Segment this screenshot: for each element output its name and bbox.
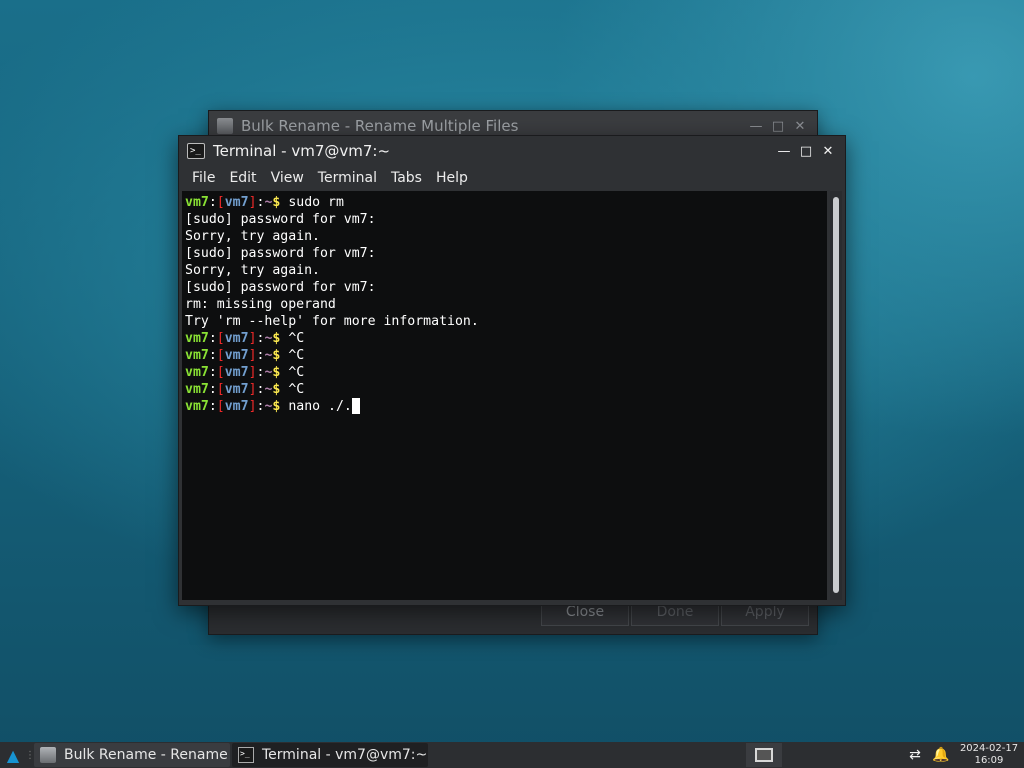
prompt-user: vm7 (185, 195, 209, 210)
prompt-bracket-open: [ (216, 331, 225, 346)
terminal-window-controls: — □ ✕ (773, 140, 839, 162)
maximize-icon[interactable]: □ (795, 140, 817, 162)
prompt-host: vm7 (224, 365, 249, 380)
taskbar-item-bulk-rename[interactable]: Bulk Rename - Rename ... (34, 743, 230, 767)
terminal-icon: >_ (238, 747, 254, 763)
terminal-icon: >_ (187, 143, 205, 159)
terminal-output-line: [sudo] password for vm7: (185, 245, 827, 262)
terminal-command: ^C (288, 348, 305, 363)
prompt-host: vm7 (224, 195, 249, 210)
terminal-output-line: [sudo] password for vm7: (185, 279, 827, 296)
bulk-rename-icon (217, 118, 233, 134)
show-desktop-button[interactable] (746, 743, 782, 767)
show-desktop-icon (755, 748, 773, 762)
minimize-icon[interactable]: — (745, 115, 767, 137)
prompt-host: vm7 (224, 348, 249, 363)
taskbar-item-label: Terminal - vm7@vm7:~ (262, 747, 428, 763)
menu-file[interactable]: File (185, 166, 222, 190)
taskbar-item-label: Bulk Rename - Rename ... (64, 747, 230, 763)
prompt-user: vm7 (185, 331, 209, 346)
terminal-menubar: File Edit View Terminal Tabs Help (179, 166, 845, 190)
clock-date: 2024-02-17 (959, 743, 1019, 754)
prompt-colon: : (208, 195, 217, 210)
prompt-bracket-open: [ (216, 195, 225, 210)
terminal-output-line: Sorry, try again. (185, 262, 827, 279)
terminal-output-text: Sorry, try again. (185, 229, 320, 244)
prompt-colon: : (208, 348, 217, 363)
terminal-output-line: rm: missing operand (185, 296, 827, 313)
bulk-rename-title: Bulk Rename - Rename Multiple Files (241, 117, 519, 135)
clock[interactable]: 2024-02-17 16:09 (954, 743, 1024, 767)
terminal-prompt-line: vm7:[vm7]:~$ ^C (185, 330, 827, 347)
terminal-output-line: Sorry, try again. (185, 228, 827, 245)
terminal-prompt-line: vm7:[vm7]:~$ ^C (185, 347, 827, 364)
terminal-output[interactable]: vm7:[vm7]:~$ sudo rm [sudo] password for … (182, 191, 827, 600)
app-menu-icon[interactable]: ▲ (0, 742, 26, 768)
menu-tabs[interactable]: Tabs (384, 166, 429, 190)
clock-time: 16:09 (974, 755, 1004, 766)
prompt-user: vm7 (185, 382, 209, 397)
menu-edit[interactable]: Edit (222, 166, 263, 190)
terminal-command: sudo rm (288, 195, 344, 210)
terminal-output-text: [sudo] password for vm7: (185, 280, 376, 295)
prompt-bracket-open: [ (216, 348, 225, 363)
terminal-output-text: [sudo] password for vm7: (185, 212, 376, 227)
prompt-colon: : (208, 365, 217, 380)
prompt-bracket-open: [ (216, 365, 225, 380)
prompt-user: vm7 (185, 365, 209, 380)
taskbar: ▲ ⋮ Bulk Rename - Rename ... >_ Terminal… (0, 742, 1024, 768)
bulk-rename-window-controls: — □ ✕ (745, 115, 811, 137)
close-icon[interactable]: ✕ (817, 140, 839, 162)
terminal-command: ^C (288, 365, 305, 380)
terminal-prompt-line: vm7:[vm7]:~$ sudo rm (185, 194, 827, 211)
terminal-output-text: [sudo] password for vm7: (185, 246, 376, 261)
menu-help[interactable]: Help (429, 166, 475, 190)
bulk-rename-icon (40, 747, 56, 763)
terminal-output-text: Try 'rm --help' for more information. (185, 314, 479, 329)
terminal-command: ^C (288, 382, 305, 397)
terminal-window[interactable]: >_ Terminal - vm7@vm7:~ — □ ✕ File Edit … (178, 135, 846, 606)
prompt-user: vm7 (185, 348, 209, 363)
notification-bell-icon[interactable]: 🔔 (928, 742, 954, 768)
prompt-bracket-close: ] (248, 348, 257, 363)
terminal-lines: vm7:[vm7]:~$ sudo rm [sudo] password for … (182, 191, 827, 415)
prompt-colon: : (208, 382, 217, 397)
prompt-user: vm7 (185, 399, 209, 414)
prompt-colon: : (208, 331, 217, 346)
prompt-bracket-close: ] (248, 195, 257, 210)
terminal-output-line: [sudo] password for vm7: (185, 211, 827, 228)
terminal-output-line: Try 'rm --help' for more information. (185, 313, 827, 330)
terminal-title: Terminal - vm7@vm7:~ (213, 142, 391, 160)
desktop: Bulk Rename - Rename Multiple Files — □ … (0, 0, 1024, 742)
prompt-bracket-close: ] (248, 399, 257, 414)
menu-terminal[interactable]: Terminal (311, 166, 384, 190)
prompt-bracket-close: ] (248, 331, 257, 346)
terminal-scrollbar[interactable] (830, 191, 842, 600)
terminal-command: nano ./. (288, 399, 352, 414)
maximize-icon[interactable]: □ (767, 115, 789, 137)
taskbar-handle-icon[interactable]: ⋮ (25, 742, 35, 768)
terminal-output-text: Sorry, try again. (185, 263, 320, 278)
terminal-scroll-thumb[interactable] (833, 197, 839, 593)
prompt-bracket-close: ] (248, 365, 257, 380)
prompt-host: vm7 (224, 331, 249, 346)
minimize-icon[interactable]: — (773, 140, 795, 162)
terminal-output-text: rm: missing operand (185, 297, 336, 312)
prompt-host: vm7 (224, 382, 249, 397)
network-icon[interactable]: ⇄ (902, 742, 928, 768)
prompt-bracket-open: [ (216, 382, 225, 397)
terminal-cursor (351, 398, 360, 414)
prompt-colon: : (208, 399, 217, 414)
prompt-bracket-close: ] (248, 382, 257, 397)
menu-view[interactable]: View (264, 166, 311, 190)
terminal-titlebar[interactable]: >_ Terminal - vm7@vm7:~ — □ ✕ (179, 136, 845, 166)
terminal-prompt-line: vm7:[vm7]:~$ nano ./. (185, 398, 827, 415)
close-icon[interactable]: ✕ (789, 115, 811, 137)
terminal-command: ^C (288, 331, 305, 346)
prompt-host: vm7 (224, 399, 249, 414)
terminal-prompt-line: vm7:[vm7]:~$ ^C (185, 364, 827, 381)
terminal-prompt-line: vm7:[vm7]:~$ ^C (185, 381, 827, 398)
prompt-bracket-open: [ (216, 399, 225, 414)
taskbar-item-terminal[interactable]: >_ Terminal - vm7@vm7:~ (232, 743, 428, 767)
